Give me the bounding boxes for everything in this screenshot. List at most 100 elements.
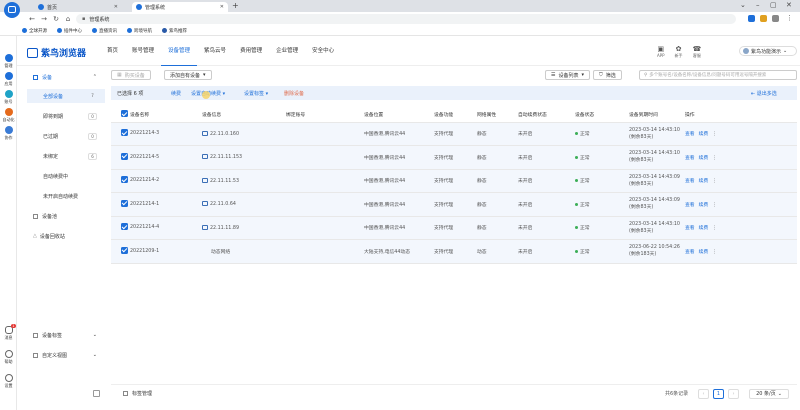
more-icon[interactable]: ⋮ xyxy=(712,179,717,184)
chevron-down-icon[interactable]: ⌄ xyxy=(740,1,746,9)
bookmark-item[interactable]: 全球开源 xyxy=(22,28,47,34)
sidebar-item-no-auto-renew[interactable]: 未开启自动续费 xyxy=(27,189,105,203)
page-number[interactable]: 1 xyxy=(713,388,724,399)
more-icon[interactable]: ⋮ xyxy=(712,226,717,231)
search-input[interactable]: ⚲ 多个账号名/设备名称/设备信息/问题号码可用逗号隔开搜索 xyxy=(639,70,797,80)
star-icon[interactable] xyxy=(760,15,767,22)
view-link[interactable]: 查看 xyxy=(685,156,695,161)
support-button[interactable]: ☎ 客服 xyxy=(693,45,702,59)
sidebar-item-recycle-bin[interactable]: △ 设备回收站 xyxy=(27,229,105,243)
table-row[interactable]: 20221209-1 动态网络 大陆支持,电信44动态 支持代理 动态 未开启 … xyxy=(111,239,797,264)
leftbar-item-automation[interactable]: 自动化 xyxy=(0,108,17,123)
maximize-icon[interactable]: ▢ xyxy=(770,1,777,9)
view-mode-select[interactable]: ☰ 设备列表 ▾ xyxy=(545,70,591,80)
view-link[interactable]: 查看 xyxy=(685,250,695,255)
leftbar-item-settings[interactable]: 设置 xyxy=(0,374,17,389)
leftbar-item-help[interactable]: 帮助 xyxy=(0,350,17,365)
filter-button[interactable]: ⛉ 筛选 xyxy=(593,70,622,80)
sidebar-item-expired[interactable]: 已过期 0 xyxy=(27,129,105,143)
collapse-sidebar-icon[interactable] xyxy=(93,390,100,397)
close-icon[interactable]: ✕ xyxy=(220,4,224,10)
row-checkbox[interactable] xyxy=(121,223,128,231)
exit-multiselect-button[interactable]: ⇤ 退出多选 xyxy=(751,90,777,97)
batch-tag-button[interactable]: 设置标签 ▾ xyxy=(244,90,268,97)
sidebar-item-auto-renew[interactable]: 自动续费中 xyxy=(27,169,105,183)
extension-icon[interactable] xyxy=(748,15,755,22)
more-icon[interactable]: ⋮ xyxy=(712,156,717,161)
nav-security[interactable]: 安全中心 xyxy=(305,47,341,66)
nav-devices[interactable]: 设备管理 xyxy=(161,47,198,66)
nav-cloud[interactable]: 紫鸟云号 xyxy=(197,47,233,66)
renew-link[interactable]: 续费 xyxy=(699,156,709,161)
leftbar-item-collab[interactable]: 协作 xyxy=(0,126,17,141)
add-own-device-button[interactable]: 添加自有设备 ▾ xyxy=(164,70,212,80)
sidebar-item-expiring[interactable]: 即将到期 0 xyxy=(27,109,105,123)
newbie-button[interactable]: ✿ 新手 xyxy=(675,45,683,59)
more-icon[interactable]: ⋮ xyxy=(712,250,717,255)
renew-link[interactable]: 续费 xyxy=(699,179,709,184)
more-icon[interactable]: ⋮ xyxy=(712,132,717,137)
app-download-button[interactable]: ▣ APP xyxy=(657,45,665,59)
sidebar-item-custom-view[interactable]: 自定义视图 ⌄ xyxy=(27,348,105,362)
browser-tab-home[interactable]: 首页 ✕ xyxy=(34,2,122,12)
reload-icon[interactable]: ↻ xyxy=(50,15,62,23)
bookmark-item[interactable]: 紫鸟推荐 xyxy=(162,28,187,34)
row-checkbox[interactable] xyxy=(121,246,128,254)
leftbar-item-manage[interactable]: 管理 xyxy=(0,54,17,69)
back-icon[interactable]: ← xyxy=(26,15,38,23)
table-row[interactable]: 20221214-4 22.11.11.89 中国香港,腾讯云44 支持代理 静… xyxy=(111,216,797,240)
more-icon[interactable]: ⋮ xyxy=(712,203,717,208)
nav-enterprise[interactable]: 企业管理 xyxy=(269,47,305,66)
row-checkbox[interactable] xyxy=(121,176,128,184)
nav-billing[interactable]: 费用管理 xyxy=(233,47,269,66)
more-icon[interactable]: ⋮ xyxy=(786,14,793,22)
sidebar-item-all-devices[interactable]: 全部设备 7 xyxy=(27,89,105,103)
count-badge: 7 xyxy=(91,92,94,98)
table-row[interactable]: 20221214-2 22.11.11.53 中国香港,腾讯云44 支持代理 静… xyxy=(111,169,797,193)
buy-device-button[interactable]: ▦ 购买设备 xyxy=(111,70,151,80)
tag-manage-button[interactable]: 标签管理 xyxy=(123,390,152,397)
home-icon[interactable]: ⌂ xyxy=(62,15,74,23)
close-icon[interactable]: ✕ xyxy=(114,4,118,10)
renew-link[interactable]: 续费 xyxy=(699,226,709,231)
view-link[interactable]: 查看 xyxy=(685,132,695,137)
row-checkbox[interactable] xyxy=(121,129,128,137)
browser-tab-admin[interactable]: 管理系统 ✕ xyxy=(132,2,228,12)
batch-renew-button[interactable]: 续费 xyxy=(171,90,181,97)
leftbar-item-messages[interactable]: 1 消息 xyxy=(0,324,17,341)
sidebar-item-unbound[interactable]: 未绑定 6 xyxy=(27,149,105,163)
minimize-icon[interactable]: – xyxy=(756,1,760,9)
bookmark-item[interactable]: 直播资讯 xyxy=(92,28,117,34)
renew-link[interactable]: 续费 xyxy=(699,250,709,255)
row-checkbox[interactable] xyxy=(121,199,128,207)
table-row[interactable]: 20221214-1 22.11.0.64 中国香港,腾讯云44 支持代理 静态… xyxy=(111,192,797,217)
forward-icon[interactable]: → xyxy=(38,15,50,23)
extension-puzzle-icon[interactable] xyxy=(772,15,779,22)
renew-link[interactable]: 续费 xyxy=(699,132,709,137)
leftbar-item-apps[interactable]: 应用 xyxy=(0,72,17,87)
view-link[interactable]: 查看 xyxy=(685,179,695,184)
user-menu[interactable]: 紫鸟功能演示 ⌄ xyxy=(739,46,797,56)
page-size-select[interactable]: 20 条/页 ⌄ xyxy=(749,388,789,399)
batch-delete-button[interactable]: 删除设备 xyxy=(284,90,304,97)
sidebar-item-device-tags[interactable]: 设备标签 ⌄ xyxy=(27,328,105,342)
next-page-button[interactable]: › xyxy=(728,388,739,399)
view-link[interactable]: 查看 xyxy=(685,226,695,231)
row-checkbox[interactable] xyxy=(121,152,128,160)
new-tab-button[interactable]: + xyxy=(232,1,239,10)
prev-page-button[interactable]: ‹ xyxy=(698,388,709,399)
table-row[interactable]: 20221214-3 22.11.0.160 中国香港,腾讯云44 支持代理 静… xyxy=(111,122,797,146)
bookmark-item[interactable]: 跨境导航 xyxy=(127,28,152,34)
renew-link[interactable]: 续费 xyxy=(699,203,709,208)
select-all-checkbox[interactable] xyxy=(121,110,128,118)
sidebar-item-device-pool[interactable]: 设备池 xyxy=(27,209,105,223)
bookmark-item[interactable]: 插件中心 xyxy=(57,28,82,34)
address-bar[interactable]: ▪ 管理系统 xyxy=(76,14,736,24)
sidebar-group-devices[interactable]: 设备 ⌃ xyxy=(27,70,105,84)
nav-home[interactable]: 首页 xyxy=(100,47,125,66)
leftbar-item-accounts[interactable]: 账号 xyxy=(0,90,17,105)
table-row[interactable]: 20221214-5 22.11.11.153 中国香港,腾讯云44 支持代理 … xyxy=(111,145,797,170)
nav-accounts[interactable]: 账号管理 xyxy=(125,47,161,66)
window-close-icon[interactable]: ✕ xyxy=(786,1,792,9)
view-link[interactable]: 查看 xyxy=(685,203,695,208)
